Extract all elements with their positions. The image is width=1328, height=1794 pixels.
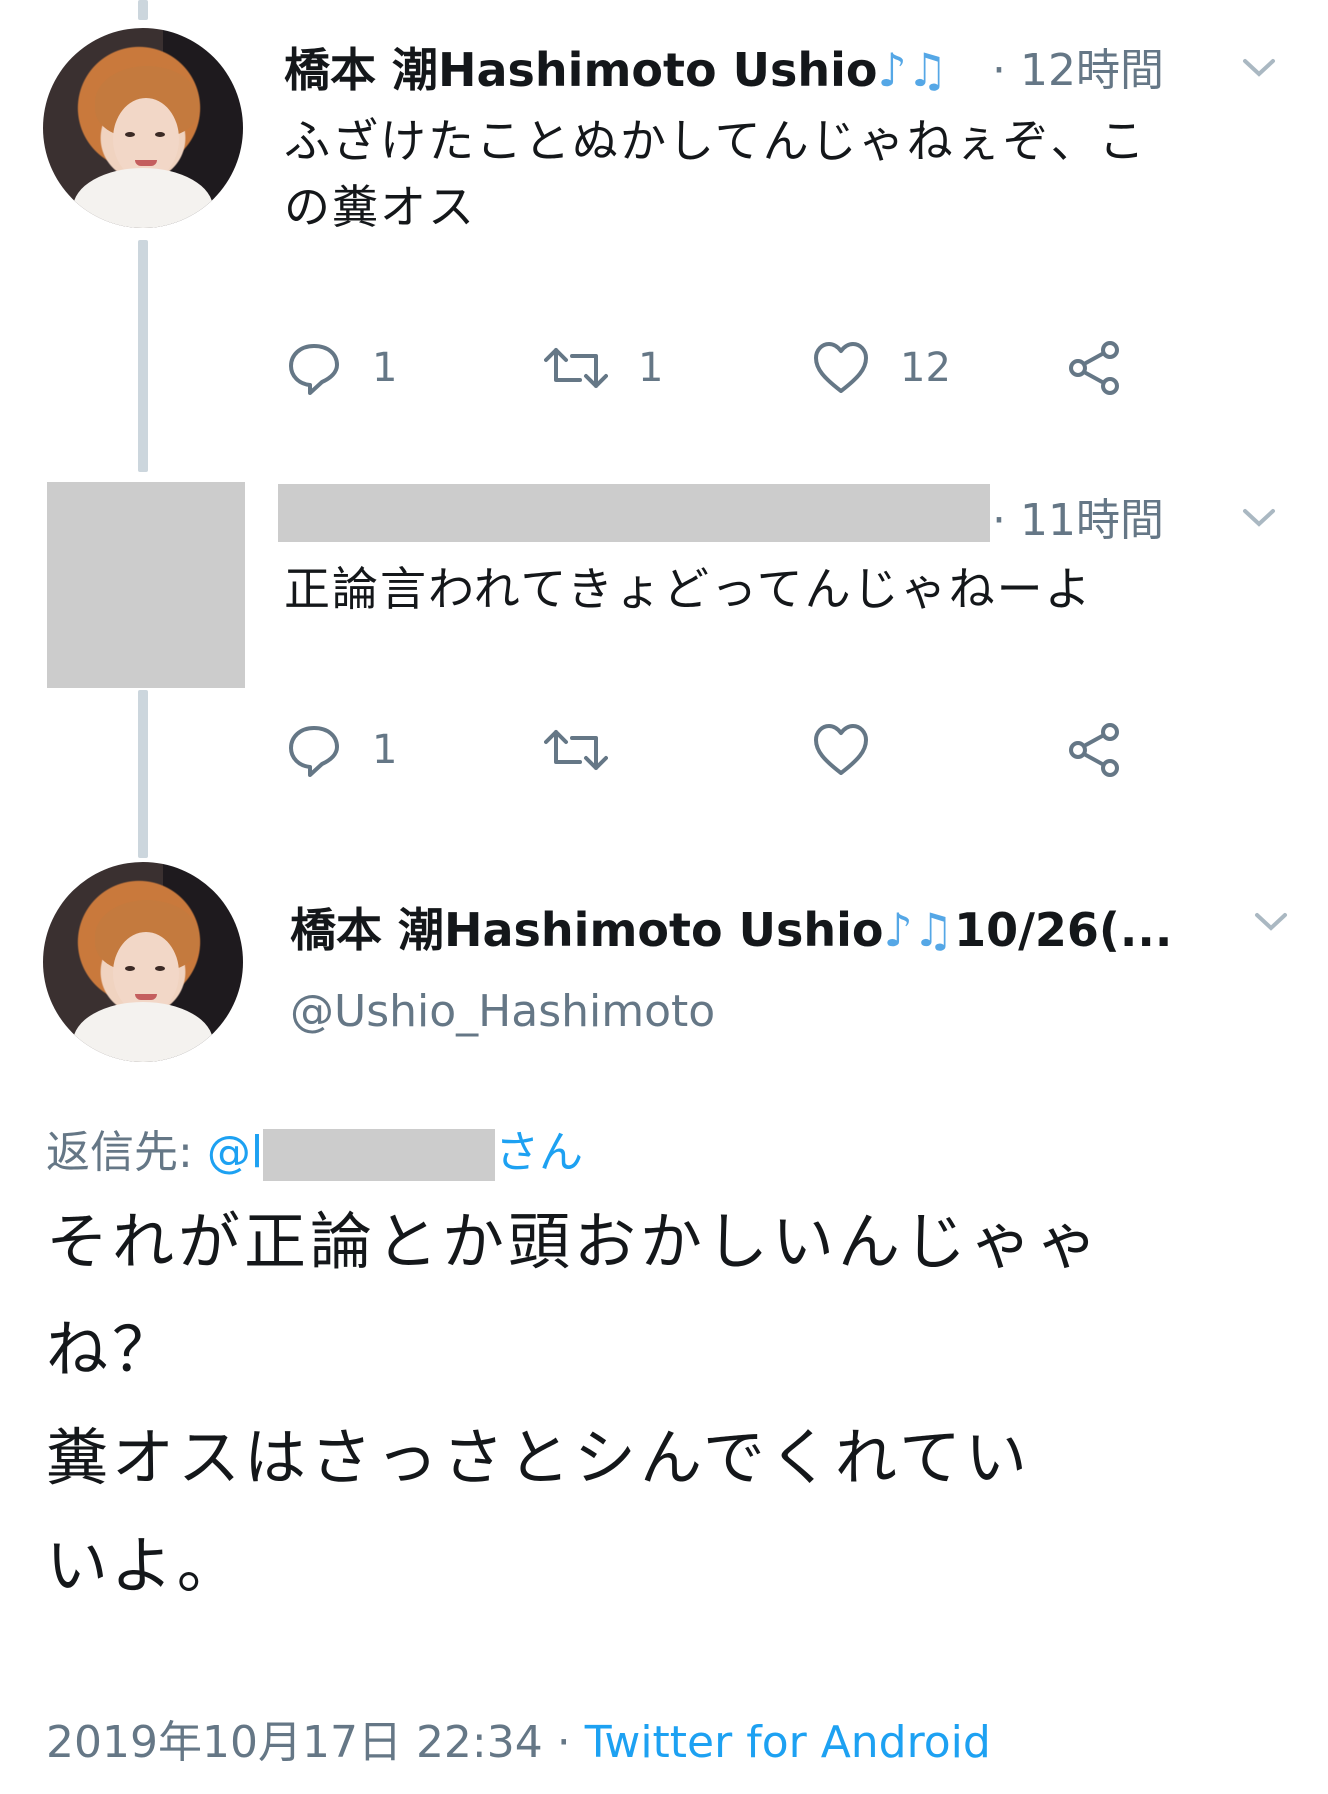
- like-icon[interactable]: [812, 722, 870, 778]
- like-button[interactable]: 12: [812, 340, 951, 396]
- avatar: [47, 482, 245, 688]
- author-handle[interactable]: @Ushio_Hashimoto: [290, 986, 715, 1037]
- tweet-text-line: ふざけたことぬかしてんじゃねぇぞ、こ: [284, 114, 1147, 168]
- reply-to-label: 返信先:: [46, 1127, 193, 1178]
- like-icon: [814, 342, 868, 393]
- separator: ·: [556, 1717, 571, 1768]
- author-name[interactable]: 橋本 潮Hashimoto Ushio♪♫10/26(...: [290, 894, 1172, 960]
- tweet-text-line: の糞オス: [284, 180, 476, 234]
- tweet-text-line: それが正論とか頭おかしいんじゃゃ: [46, 1205, 1103, 1278]
- reply-to: 返信先: @l さん: [46, 1116, 583, 1181]
- tweet-time[interactable]: · 12時間: [992, 34, 1164, 98]
- author-name: [278, 484, 990, 542]
- thread-line-top: [138, 0, 148, 20]
- tweet-source[interactable]: Twitter for Android: [585, 1717, 991, 1768]
- tweet-text-line: ね？: [46, 1313, 179, 1386]
- tweet-text: 正論言われてきょどってんじゃねーよ: [284, 562, 1093, 616]
- author-name-text: 橋本 潮Hashimoto Ushio: [290, 903, 884, 957]
- retweet-count: 1: [638, 345, 664, 391]
- reply-button[interactable]: 1: [286, 722, 397, 778]
- reply-count: 1: [372, 727, 398, 773]
- author-name[interactable]: 橋本 潮Hashimoto Ushio♪♫: [284, 34, 948, 100]
- tweet-text-line: 糞オスはさっさとシんでくれてい: [46, 1421, 1032, 1494]
- author-name-text: 橋本 潮Hashimoto Ushio: [284, 43, 878, 97]
- reply-to-suffix[interactable]: さん: [495, 1127, 583, 1178]
- reply-button[interactable]: 1: [286, 340, 397, 396]
- tweet-text: それが正論とか頭おかしいんじゃゃ ね？ 糞オスはさっさとシんでくれてい いよ。: [46, 1188, 1102, 1620]
- share-icon[interactable]: [1066, 722, 1126, 778]
- thread-line-1: [138, 240, 148, 472]
- tweet-timestamp[interactable]: 2019年10月17日 22:34: [46, 1717, 543, 1768]
- music-notes-icon: ♪♫: [883, 903, 955, 957]
- redacted-handle: [263, 1129, 496, 1181]
- tweet-text: ふざけたことぬかしてんじゃねぇぞ、こ の糞オス: [284, 108, 1147, 240]
- chevron-down-icon[interactable]: [1242, 508, 1276, 528]
- thread-line-2: [138, 690, 148, 858]
- chevron-down-icon[interactable]: [1254, 912, 1288, 932]
- music-notes-icon: ♪♫: [877, 43, 949, 97]
- reply-icon: [289, 344, 339, 395]
- avatar[interactable]: [43, 28, 243, 228]
- retweet-button[interactable]: 1: [544, 340, 663, 396]
- share-icon[interactable]: [1066, 340, 1126, 396]
- tweet-time[interactable]: · 11時間: [992, 484, 1164, 548]
- tweet-date: 10/26(...: [954, 903, 1173, 957]
- reply-icon: [289, 726, 339, 777]
- tweet-text-line: いよ。: [46, 1529, 243, 1602]
- tweet-timestamp-row: 2019年10月17日 22:34 · Twitter for Android: [46, 1706, 991, 1770]
- reply-count: 1: [372, 345, 398, 391]
- retweet-icon[interactable]: [544, 722, 608, 778]
- like-count: 12: [900, 345, 951, 391]
- retweet-icon: [544, 348, 608, 388]
- avatar[interactable]: [43, 862, 243, 1062]
- reply-to-mention[interactable]: @l: [207, 1127, 263, 1178]
- chevron-down-icon[interactable]: [1242, 58, 1276, 78]
